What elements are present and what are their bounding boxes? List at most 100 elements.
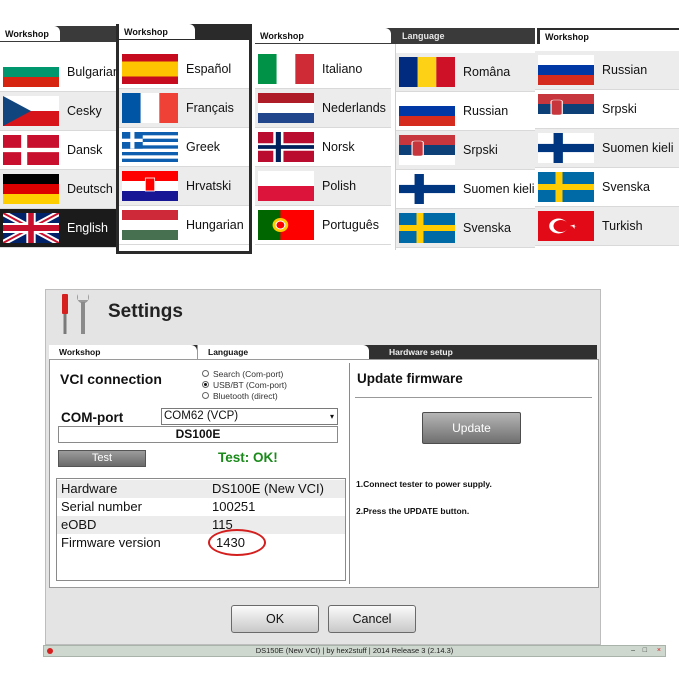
info-value: 100251 bbox=[212, 499, 256, 514]
finland-flag-icon bbox=[538, 133, 594, 163]
tab-workshop[interactable]: Workshop bbox=[49, 345, 197, 359]
language-item-espanol[interactable]: Español bbox=[119, 50, 249, 89]
tools-icon bbox=[62, 294, 89, 334]
language-item-portugues[interactable]: Português bbox=[255, 206, 391, 245]
language-item-hrvatski[interactable]: Hrvatski bbox=[119, 167, 249, 206]
tab-workshop[interactable]: Workshop bbox=[119, 24, 195, 39]
spain-flag-icon bbox=[122, 54, 178, 84]
language-label: Hungarian bbox=[186, 218, 244, 232]
language-panel-3: Workshop Language Italiano Nederlands No… bbox=[255, 28, 535, 250]
language-item-italiano[interactable]: Italiano bbox=[255, 50, 391, 89]
language-item-francais[interactable]: Français bbox=[119, 89, 249, 128]
language-label: Turkish bbox=[602, 219, 643, 233]
tab-language[interactable]: Language bbox=[197, 345, 369, 359]
germany-flag-icon bbox=[3, 174, 59, 204]
language-label: Português bbox=[322, 218, 379, 232]
settings-window: Settings Workshop Language Hardware setu… bbox=[45, 289, 601, 645]
language-label: Polish bbox=[322, 179, 357, 193]
language-item-srpski[interactable]: Srpski bbox=[535, 90, 679, 129]
netherlands-flag-icon bbox=[258, 93, 314, 123]
info-row-firmware-version: Firmware version 1430 bbox=[57, 534, 345, 552]
test-result-status: Test: OK! bbox=[218, 450, 278, 465]
radio-button-icon[interactable] bbox=[202, 392, 209, 399]
poland-flag-icon bbox=[258, 171, 314, 201]
language-label: Español bbox=[186, 62, 232, 76]
language-item-cesky[interactable]: Cesky bbox=[0, 92, 116, 131]
language-item-bulgarian[interactable]: Bulgarian bbox=[0, 53, 120, 92]
com-port-label: COM-port bbox=[61, 410, 124, 425]
language-panel-2: Workshop Español Français Greek Hrvatski… bbox=[116, 24, 252, 254]
denmark-flag-icon bbox=[3, 135, 59, 165]
hungary-flag-icon bbox=[122, 210, 178, 240]
info-key: Hardware bbox=[61, 481, 118, 496]
radio-label: USB/BT (Com-port) bbox=[213, 379, 287, 390]
cancel-button[interactable]: Cancel bbox=[328, 605, 416, 633]
tab-hardware-setup[interactable]: Hardware setup bbox=[379, 345, 559, 359]
language-label: Suomen kieli bbox=[463, 182, 535, 196]
com-port-select[interactable]: COM62 (VCP) ▾ bbox=[161, 408, 338, 425]
language-item-english[interactable]: English bbox=[0, 209, 116, 248]
update-button[interactable]: Update bbox=[422, 412, 521, 444]
language-label: Româna bbox=[463, 65, 511, 79]
language-panel-1: Workshop Bulgarian Cesky Dansk Deutsch E… bbox=[0, 26, 120, 248]
radio-button-icon[interactable] bbox=[202, 370, 209, 377]
settings-tab-bar: Workshop Language Hardware setup bbox=[49, 345, 597, 359]
instruction-1: 1.Connect tester to power supply. bbox=[356, 479, 492, 489]
language-item-romana[interactable]: Româna bbox=[396, 53, 535, 92]
tab-workshop[interactable]: Workshop bbox=[0, 26, 60, 41]
ok-button[interactable]: OK bbox=[231, 605, 319, 633]
language-item-svenska[interactable]: Svenska bbox=[535, 168, 679, 207]
close-icon[interactable]: × bbox=[657, 647, 661, 655]
maximize-icon[interactable]: □ bbox=[643, 647, 647, 655]
language-item-hungarian[interactable]: Hungarian bbox=[119, 206, 249, 245]
radio-search-com-port[interactable]: Search (Com-port) bbox=[202, 368, 283, 379]
chevron-down-icon: ▾ bbox=[329, 412, 334, 421]
uk-flag-icon bbox=[3, 213, 59, 243]
italy-flag-icon bbox=[258, 54, 314, 84]
language-column-2: Româna Russian Srpski Suomen kieli Svens… bbox=[395, 44, 535, 250]
language-item-polish[interactable]: Polish bbox=[255, 167, 391, 206]
language-label: Svenska bbox=[463, 221, 511, 235]
language-item-dansk[interactable]: Dansk bbox=[0, 131, 116, 170]
bulgaria-flag-icon bbox=[3, 57, 59, 87]
instruction-2: 2.Press the UPDATE button. bbox=[356, 506, 470, 516]
test-button[interactable]: Test bbox=[58, 450, 146, 467]
radio-button-selected-icon[interactable] bbox=[202, 381, 209, 388]
language-item-russian[interactable]: Russian bbox=[396, 92, 535, 131]
language-label: Norsk bbox=[322, 140, 355, 154]
tab-language[interactable]: Language bbox=[397, 28, 507, 43]
language-label: Deutsch bbox=[67, 182, 113, 196]
language-label: Svenska bbox=[602, 180, 650, 194]
language-item-russian[interactable]: Russian bbox=[535, 51, 679, 90]
language-item-srpski[interactable]: Srpski bbox=[396, 131, 535, 170]
language-panel-4: Workshop Russian Srpski Suomen kieli Sve… bbox=[535, 28, 679, 246]
minimize-icon[interactable]: – bbox=[631, 647, 635, 655]
radio-bluetooth-direct[interactable]: Bluetooth (direct) bbox=[202, 390, 278, 401]
update-firmware-title: Update firmware bbox=[357, 371, 463, 386]
czech-flag-icon bbox=[3, 96, 59, 126]
language-item-greek[interactable]: Greek bbox=[119, 128, 249, 167]
finland-flag-icon bbox=[399, 174, 455, 204]
app-status-icon bbox=[47, 648, 53, 654]
info-key: Serial number bbox=[61, 499, 142, 514]
serbia-flag-icon bbox=[399, 135, 455, 165]
turkey-flag-icon bbox=[538, 211, 594, 241]
firmware-highlight-circle bbox=[208, 529, 266, 556]
language-item-nederlands[interactable]: Nederlands bbox=[255, 89, 391, 128]
tab-workshop[interactable]: Workshop bbox=[255, 28, 391, 43]
language-item-suomen-kieli[interactable]: Suomen kieli bbox=[535, 129, 679, 168]
language-item-deutsch[interactable]: Deutsch bbox=[0, 170, 116, 209]
radio-usb-bt-com-port[interactable]: USB/BT (Com-port) bbox=[202, 379, 287, 390]
tab-workshop[interactable]: Workshop bbox=[538, 30, 679, 44]
info-key: Firmware version bbox=[61, 535, 161, 550]
language-item-turkish[interactable]: Turkish bbox=[535, 207, 679, 246]
language-item-suomen-kieli[interactable]: Suomen kieli bbox=[396, 170, 535, 209]
language-label: Hrvatski bbox=[186, 179, 232, 193]
settings-title: Settings bbox=[108, 301, 183, 322]
france-flag-icon bbox=[122, 93, 178, 123]
language-item-svenska[interactable]: Svenska bbox=[396, 209, 535, 248]
radio-label: Bluetooth (direct) bbox=[213, 390, 278, 401]
russia-flag-icon bbox=[399, 96, 455, 126]
status-bar-text: DS150E (New VCI) | by hex2stuff | 2014 R… bbox=[255, 646, 454, 655]
language-item-norsk[interactable]: Norsk bbox=[255, 128, 391, 167]
